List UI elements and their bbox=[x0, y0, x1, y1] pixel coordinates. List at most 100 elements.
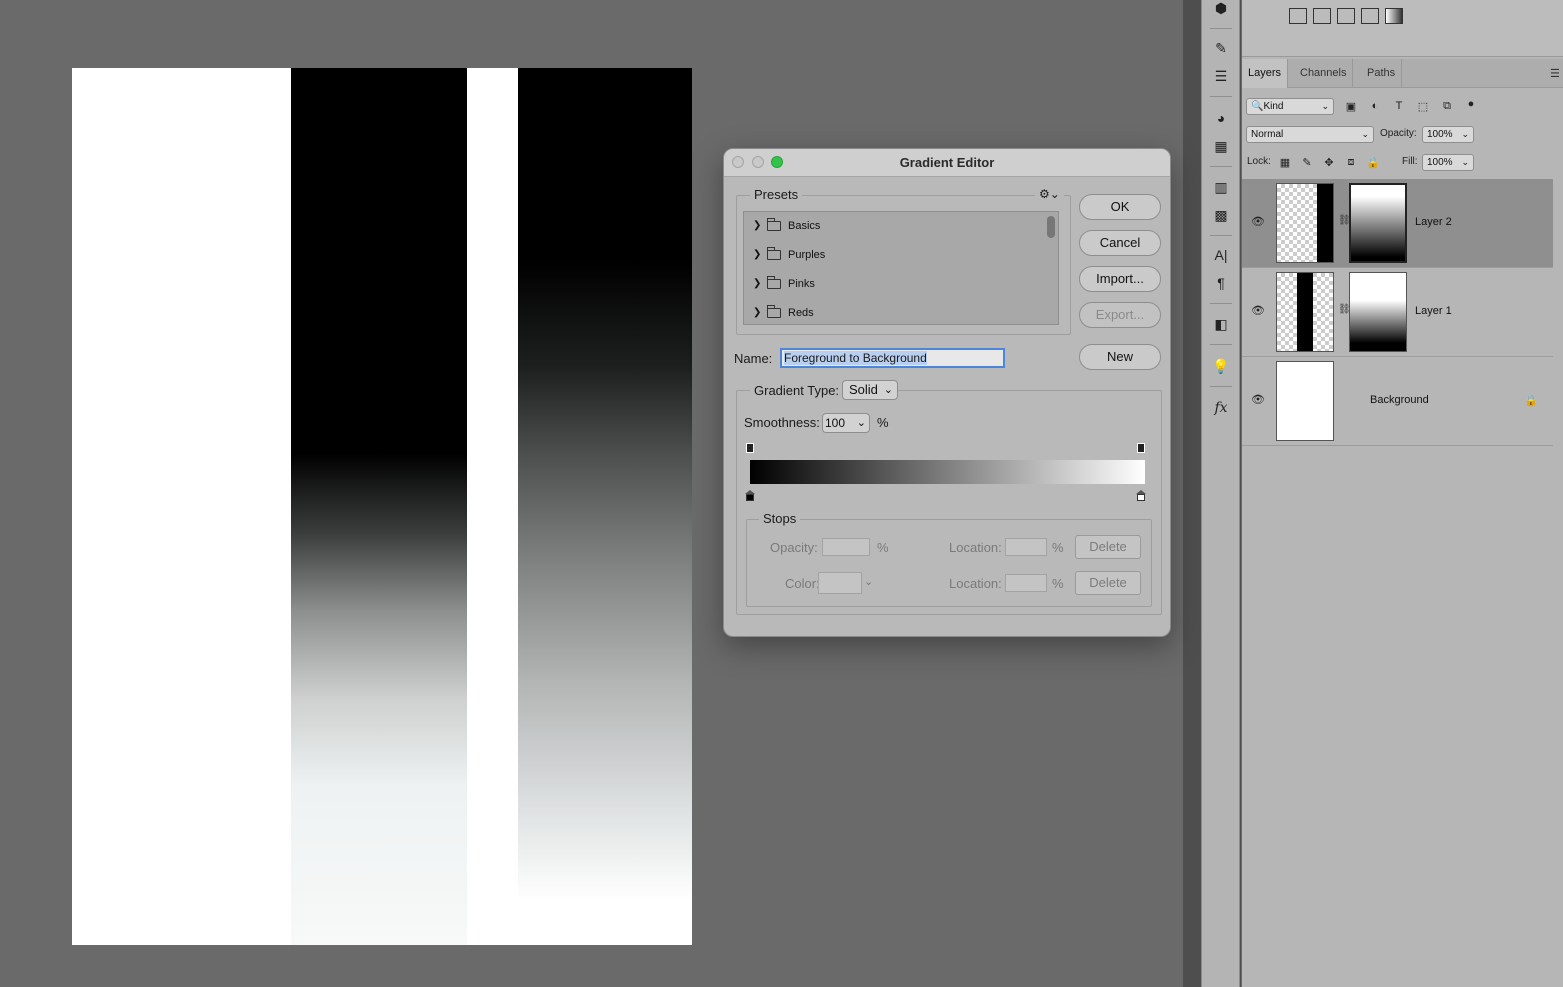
cancel-button[interactable]: Cancel bbox=[1079, 230, 1161, 256]
brush-settings-icon[interactable]: ✎ bbox=[1211, 38, 1231, 58]
percent-sign: % bbox=[1052, 540, 1064, 555]
visibility-eye-icon[interactable]: 👁 bbox=[1251, 215, 1265, 229]
presets-list[interactable]: ❯ Basics ❯ Purples ❯ Pinks ❯ Reds bbox=[743, 211, 1059, 325]
properties-icon[interactable]: ☰ bbox=[1211, 66, 1231, 86]
lock-artboard-icon[interactable]: ⧈ bbox=[1343, 154, 1359, 170]
divider bbox=[1210, 386, 1232, 387]
tab-layers[interactable]: Layers bbox=[1242, 59, 1289, 88]
chevron-down-icon: ⌄ bbox=[1321, 101, 1329, 111]
lock-label: Lock: bbox=[1247, 156, 1271, 167]
layer-row-layer-2[interactable]: 👁 ⛓ Layer 2 bbox=[1242, 179, 1553, 268]
gradient-type-select[interactable]: Solid ⌄ bbox=[842, 380, 898, 400]
filter-adjustment-icon[interactable]: ◐ bbox=[1367, 98, 1383, 114]
stop-location-label: Location: bbox=[949, 576, 1002, 591]
stop-location-label: Location: bbox=[949, 540, 1002, 555]
layer-mask-thumbnail[interactable] bbox=[1349, 272, 1407, 352]
layer-row-background[interactable]: 👁 Background 🔒 bbox=[1242, 357, 1553, 446]
filter-toggle-icon[interactable]: ● bbox=[1463, 96, 1479, 112]
import-button[interactable]: Import... bbox=[1079, 266, 1161, 292]
opacity-label: Opacity: bbox=[1380, 128, 1417, 139]
character-icon[interactable]: A| bbox=[1211, 245, 1231, 265]
tab-channels[interactable]: Channels bbox=[1294, 59, 1354, 88]
blend-mode-select[interactable]: Normal ⌄ bbox=[1246, 126, 1374, 143]
folder-icon bbox=[767, 305, 781, 318]
new-button[interactable]: New bbox=[1079, 344, 1161, 370]
color-stop-left[interactable] bbox=[745, 490, 755, 502]
gradient-type-label: Gradient Type: bbox=[750, 383, 844, 398]
chevron-right-icon[interactable]: ❯ bbox=[753, 220, 761, 231]
stop-opacity-location-field[interactable] bbox=[1005, 538, 1047, 556]
layer-mask-thumbnail[interactable] bbox=[1349, 183, 1407, 263]
layer-thumbnail bbox=[1276, 183, 1334, 263]
canvas-gradient-band-1 bbox=[291, 68, 467, 945]
color-stop-right[interactable] bbox=[1136, 490, 1146, 502]
layer-filter-select[interactable]: 🔍Kind ⌄ bbox=[1246, 98, 1334, 115]
document-canvas[interactable] bbox=[72, 68, 692, 945]
visibility-eye-icon[interactable]: 👁 bbox=[1251, 304, 1265, 318]
chevron-down-icon: ⌄ bbox=[1361, 129, 1369, 139]
gradient-preview-bar[interactable] bbox=[750, 460, 1145, 484]
filter-type-icon[interactable]: T bbox=[1391, 98, 1407, 114]
opacity-field[interactable]: 100% ⌄ bbox=[1422, 126, 1474, 143]
chevron-right-icon[interactable]: ❯ bbox=[753, 249, 761, 260]
layer-thumb-band bbox=[1297, 273, 1313, 351]
panel-icon-strip: ⬢ ✎ ☰ ◕ ▦ ▥ ▩ A| ¶ ◧ 💡 fx bbox=[1201, 0, 1240, 987]
divider bbox=[1210, 235, 1232, 236]
filter-smart-object-icon[interactable]: ⧉ bbox=[1439, 98, 1455, 114]
chevron-right-icon[interactable]: ❯ bbox=[753, 278, 761, 289]
styles-icon[interactable]: fx bbox=[1211, 398, 1231, 418]
adjustment-brightness-icon[interactable] bbox=[1289, 8, 1307, 24]
adjustment-curves-icon[interactable] bbox=[1337, 8, 1355, 24]
opacity-stop-left[interactable] bbox=[746, 443, 754, 453]
gradient-editor-dialog: Gradient Editor Presets ⚙⌄ ❯ Basics ❯ Purp… bbox=[723, 148, 1171, 637]
lock-all-icon[interactable]: 🔒 bbox=[1365, 154, 1381, 170]
delete-color-stop-button[interactable]: Delete bbox=[1075, 571, 1141, 595]
cube-icon[interactable]: ⬢ bbox=[1211, 0, 1231, 18]
patterns-icon[interactable]: ▩ bbox=[1211, 205, 1231, 225]
preset-folder-pinks[interactable]: ❯ Pinks bbox=[744, 270, 1042, 299]
layer-lock-icon: 🔒 bbox=[1524, 395, 1538, 407]
preset-folder-reds[interactable]: ❯ Reds bbox=[744, 299, 1042, 324]
fill-field[interactable]: 100% ⌄ bbox=[1422, 154, 1474, 171]
tab-paths[interactable]: Paths bbox=[1361, 59, 1403, 88]
adjustment-levels-icon[interactable] bbox=[1313, 8, 1331, 24]
stop-color-location-field[interactable] bbox=[1005, 574, 1047, 592]
smoothness-field[interactable]: 100 ⌄ bbox=[822, 413, 870, 433]
preset-folder-purples[interactable]: ❯ Purples bbox=[744, 241, 1042, 270]
swatches-icon[interactable]: ▦ bbox=[1211, 136, 1231, 156]
lock-position-icon[interactable]: ✥ bbox=[1321, 154, 1337, 170]
learn-icon[interactable]: 💡 bbox=[1211, 356, 1231, 376]
paragraph-icon[interactable]: ¶ bbox=[1211, 273, 1231, 293]
adjustment-gradient-map-icon[interactable] bbox=[1385, 8, 1403, 24]
chevron-right-icon[interactable]: ❯ bbox=[753, 307, 761, 318]
search-icon: 🔍 bbox=[1251, 101, 1264, 112]
stop-color-label: Color: bbox=[785, 576, 820, 591]
adjustment-exposure-icon[interactable] bbox=[1361, 8, 1379, 24]
export-button[interactable]: Export... bbox=[1079, 302, 1161, 328]
filter-shape-icon[interactable]: ⬚ bbox=[1415, 98, 1431, 114]
dialog-titlebar: Gradient Editor bbox=[724, 149, 1170, 177]
presets-scrollbar[interactable] bbox=[1047, 216, 1055, 238]
delete-opacity-stop-button[interactable]: Delete bbox=[1075, 535, 1141, 559]
gradient-name-input[interactable]: Foreground to Background bbox=[780, 348, 1005, 368]
preset-folder-basics[interactable]: ❯ Basics bbox=[744, 212, 1042, 241]
color-icon[interactable]: ◕ bbox=[1211, 108, 1231, 128]
panel-menu-icon[interactable]: ☰ bbox=[1550, 67, 1560, 80]
ok-button[interactable]: OK bbox=[1079, 194, 1161, 220]
folder-icon bbox=[767, 247, 781, 260]
opacity-stop-right[interactable] bbox=[1137, 443, 1145, 453]
visibility-eye-icon[interactable]: 👁 bbox=[1251, 393, 1265, 407]
layer-thumbnail bbox=[1276, 272, 1334, 352]
chevron-down-icon: ⌄ bbox=[856, 417, 866, 429]
layer-row-layer-1[interactable]: 👁 ⛓ Layer 1 bbox=[1242, 268, 1553, 357]
libraries-icon[interactable]: ◧ bbox=[1211, 314, 1231, 334]
gear-icon[interactable]: ⚙⌄ bbox=[1035, 187, 1064, 201]
filter-pixel-icon[interactable]: ▣ bbox=[1343, 98, 1359, 114]
dialog-title: Gradient Editor bbox=[899, 155, 995, 170]
stop-opacity-field[interactable] bbox=[822, 538, 870, 556]
gradients-icon[interactable]: ▥ bbox=[1211, 177, 1231, 197]
lock-transparency-icon[interactable]: ▦ bbox=[1277, 154, 1293, 170]
stop-color-swatch[interactable] bbox=[818, 572, 862, 594]
canvas-white-band bbox=[72, 68, 291, 945]
lock-pixels-icon[interactable]: ✎ bbox=[1299, 154, 1315, 170]
